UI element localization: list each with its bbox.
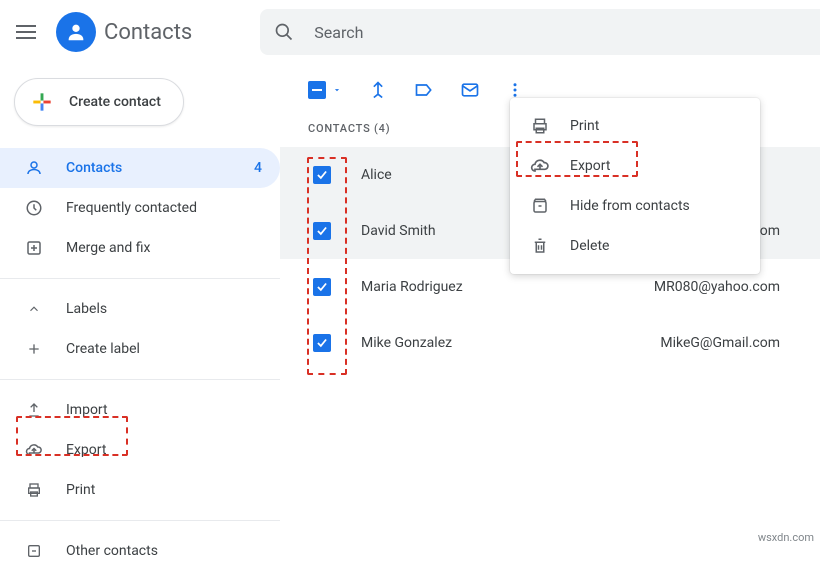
sidebar-item-contacts[interactable]: Contacts 4	[0, 148, 280, 188]
menu-item-print[interactable]: Print	[510, 106, 760, 146]
sidebar-other-label: Other contacts	[66, 543, 158, 559]
row-checkbox[interactable]	[313, 222, 331, 240]
check-icon	[315, 224, 329, 238]
sidebar-item-frequent[interactable]: Frequently contacted	[0, 188, 280, 228]
contact-email: MikeG@Gmail.com	[660, 335, 780, 351]
more-actions-menu: Print Export Hide from contacts Delete	[510, 98, 760, 274]
watermark: wsxdn.com	[758, 531, 814, 544]
search-icon	[274, 22, 294, 42]
check-icon	[315, 280, 329, 294]
row-checkbox[interactable]	[313, 278, 331, 296]
check-icon	[315, 336, 329, 350]
email-action-button[interactable]	[460, 80, 480, 100]
sidebar: Create contact Contacts 4 Frequently con…	[0, 64, 280, 550]
sidebar-item-label: Merge and fix	[66, 240, 150, 256]
cloud-upload-icon	[24, 441, 44, 459]
contact-name: Mike Gonzalez	[361, 335, 601, 351]
app-logo: Contacts	[56, 12, 192, 52]
sidebar-other-contacts[interactable]: Other contacts	[0, 531, 280, 571]
archive-icon	[530, 197, 550, 215]
main-menu-button[interactable]	[2, 25, 50, 39]
row-checkbox[interactable]	[313, 166, 331, 184]
menu-item-export[interactable]: Export	[510, 146, 760, 186]
check-icon	[315, 168, 329, 182]
upload-icon	[24, 402, 44, 418]
search-placeholder: Search	[314, 23, 363, 42]
app-title: Contacts	[104, 20, 192, 45]
plus-multicolor-icon	[29, 89, 55, 115]
menu-item-label: Print	[570, 118, 599, 134]
sidebar-import-label: Import	[66, 402, 108, 418]
sidebar-item-count: 4	[254, 160, 262, 176]
merge-action-button[interactable]	[368, 80, 388, 100]
labels-header-text: Labels	[66, 301, 107, 317]
indeterminate-checkbox-icon	[308, 81, 326, 99]
archive-icon	[24, 543, 44, 559]
select-all-toggle[interactable]	[308, 81, 342, 99]
label-icon	[414, 80, 434, 100]
sidebar-print-label: Print	[66, 482, 95, 498]
print-icon	[24, 482, 44, 498]
menu-item-label: Export	[570, 158, 610, 174]
dropdown-arrow-icon	[332, 85, 342, 95]
person-icon	[24, 159, 44, 177]
sidebar-item-merge[interactable]: Merge and fix	[0, 228, 280, 268]
app-header: Contacts Search	[0, 0, 820, 64]
print-icon	[530, 117, 550, 135]
sidebar-export[interactable]: Export	[0, 430, 280, 470]
menu-item-delete[interactable]: Delete	[510, 226, 760, 266]
plus-icon	[24, 341, 44, 357]
create-contact-button[interactable]: Create contact	[14, 78, 184, 126]
create-contact-label: Create contact	[69, 94, 161, 110]
sidebar-item-label: Contacts	[66, 160, 122, 176]
envelope-icon	[460, 80, 480, 100]
more-vert-icon	[506, 81, 524, 99]
create-label-text: Create label	[66, 341, 140, 357]
contact-email: MR080@yahoo.com	[654, 279, 780, 295]
menu-item-label: Hide from contacts	[570, 198, 690, 214]
sidebar-export-label: Export	[66, 442, 106, 458]
row-checkbox[interactable]	[313, 334, 331, 352]
menu-item-hide[interactable]: Hide from contacts	[510, 186, 760, 226]
merge-arrow-icon	[368, 80, 388, 100]
contact-email: om	[760, 223, 780, 239]
label-action-button[interactable]	[414, 80, 434, 100]
sidebar-print[interactable]: Print	[0, 470, 280, 510]
more-actions-button[interactable]	[506, 81, 524, 99]
trash-icon	[530, 237, 550, 255]
divider	[0, 520, 280, 521]
sidebar-import[interactable]: Import	[0, 390, 280, 430]
divider	[0, 379, 280, 380]
search-input[interactable]: Search	[260, 9, 820, 55]
contact-name: Maria Rodriguez	[361, 279, 601, 295]
hamburger-icon	[16, 25, 36, 39]
sidebar-labels-header[interactable]: Labels	[0, 289, 280, 329]
sidebar-create-label[interactable]: Create label	[0, 329, 280, 369]
menu-item-label: Delete	[570, 238, 609, 254]
history-icon	[24, 199, 44, 217]
sidebar-item-label: Frequently contacted	[66, 200, 197, 216]
merge-icon	[24, 239, 44, 257]
contacts-logo-icon	[56, 12, 96, 52]
cloud-upload-icon	[530, 156, 550, 176]
divider	[0, 278, 280, 279]
chevron-up-icon	[24, 302, 44, 316]
table-row[interactable]: Mike Gonzalez MikeG@Gmail.com	[280, 315, 820, 371]
